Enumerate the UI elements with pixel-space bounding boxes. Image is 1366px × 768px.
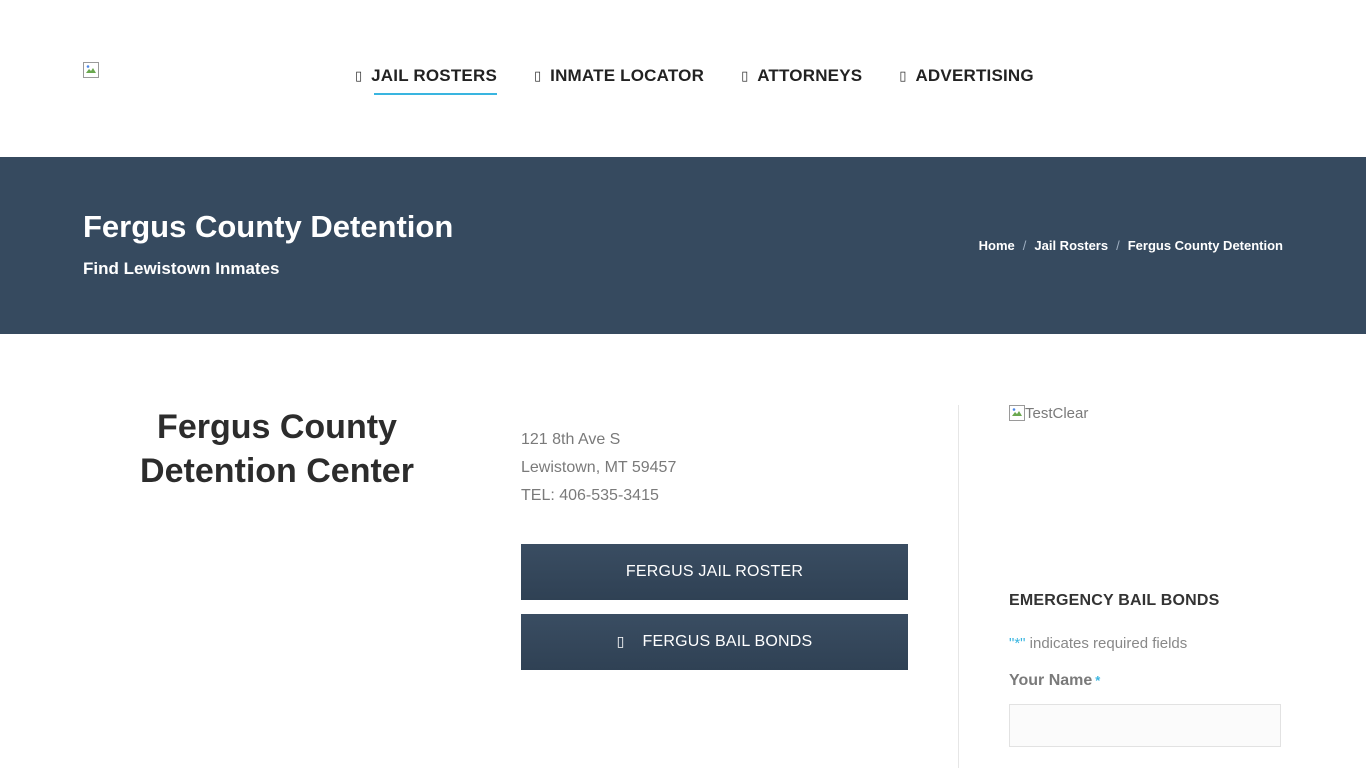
breadcrumb-home[interactable]: Home [979,238,1015,253]
jail-roster-button[interactable]: FERGUS JAIL ROSTER [521,544,908,600]
site-logo[interactable] [83,62,99,78]
column-divider [958,405,959,768]
breadcrumb-jail-rosters[interactable]: Jail Rosters [1034,238,1108,253]
name-label-text: Your Name [1009,672,1093,689]
nav-icon: ▯ [355,68,363,84]
page-banner: Fergus County Detention Find Lewistown I… [0,157,1366,334]
bail-bonds-button[interactable]: ▯ FERGUS BAIL BONDS [521,614,908,670]
page-subtitle: Find Lewistown Inmates [83,259,280,278]
breadcrumb-current: Fergus County Detention [1127,238,1283,253]
nav-label: Jail Rosters [371,66,497,85]
ad-alt-text: TestClear [1025,405,1089,422]
address-street: 121 8th Ave S [521,431,621,448]
jail-roster-button-label: FERGUS JAIL ROSTER [625,563,804,580]
nav-label: Inmate Locator [550,66,705,85]
required-fields-note: "*" indicates required fields [1009,635,1187,652]
name-input[interactable] [1009,704,1281,747]
main-nav: ▯ Jail Rosters ▯ Inmate Locator ▯ Attorn… [355,66,1034,86]
address-city: Lewistown, MT 59457 [521,459,677,476]
name-field-label: Your Name * [1009,672,1100,690]
broken-image-icon [1009,405,1025,421]
nav-icon: ▯ [741,68,749,84]
facility-name: Fergus County Detention Center [140,408,414,490]
required-note-text: indicates required fields [1025,635,1188,652]
nav-label: Advertising [915,66,1034,85]
bail-bonds-icon: ▯ [616,634,625,650]
required-star: * [1095,673,1101,688]
site-header: ▯ Jail Rosters ▯ Inmate Locator ▯ Attorn… [0,0,1366,157]
facility-address: 121 8th Ave S Lewistown, MT 59457 TEL: 4… [521,426,676,510]
bail-bonds-widget-title: EMERGENCY BAIL BONDS [1009,592,1220,609]
nav-label: Attorneys [757,66,863,85]
page-title: Fergus County Detention [83,209,454,244]
breadcrumb-separator: / [1116,238,1120,253]
broken-image-icon [83,62,99,78]
nav-item-attorneys[interactable]: ▯ Attorneys [741,66,862,86]
nav-item-inmate-locator[interactable]: ▯ Inmate Locator [534,66,704,86]
breadcrumb-separator: / [1022,238,1027,253]
bail-bonds-button-label: FERGUS BAIL BONDS [642,633,813,650]
nav-icon: ▯ [534,68,542,84]
nav-icon: ▯ [899,68,907,84]
required-quote: "*" [1009,635,1026,652]
address-phone: TEL: 406-535-3415 [521,487,659,504]
breadcrumb: Home / Jail Rosters / Fergus County Dete… [979,238,1283,253]
nav-item-advertising[interactable]: ▯ Advertising [899,66,1034,86]
testclear-ad[interactable]: TestClear [1009,405,1088,422]
nav-item-jail-rosters[interactable]: ▯ Jail Rosters [355,66,497,86]
